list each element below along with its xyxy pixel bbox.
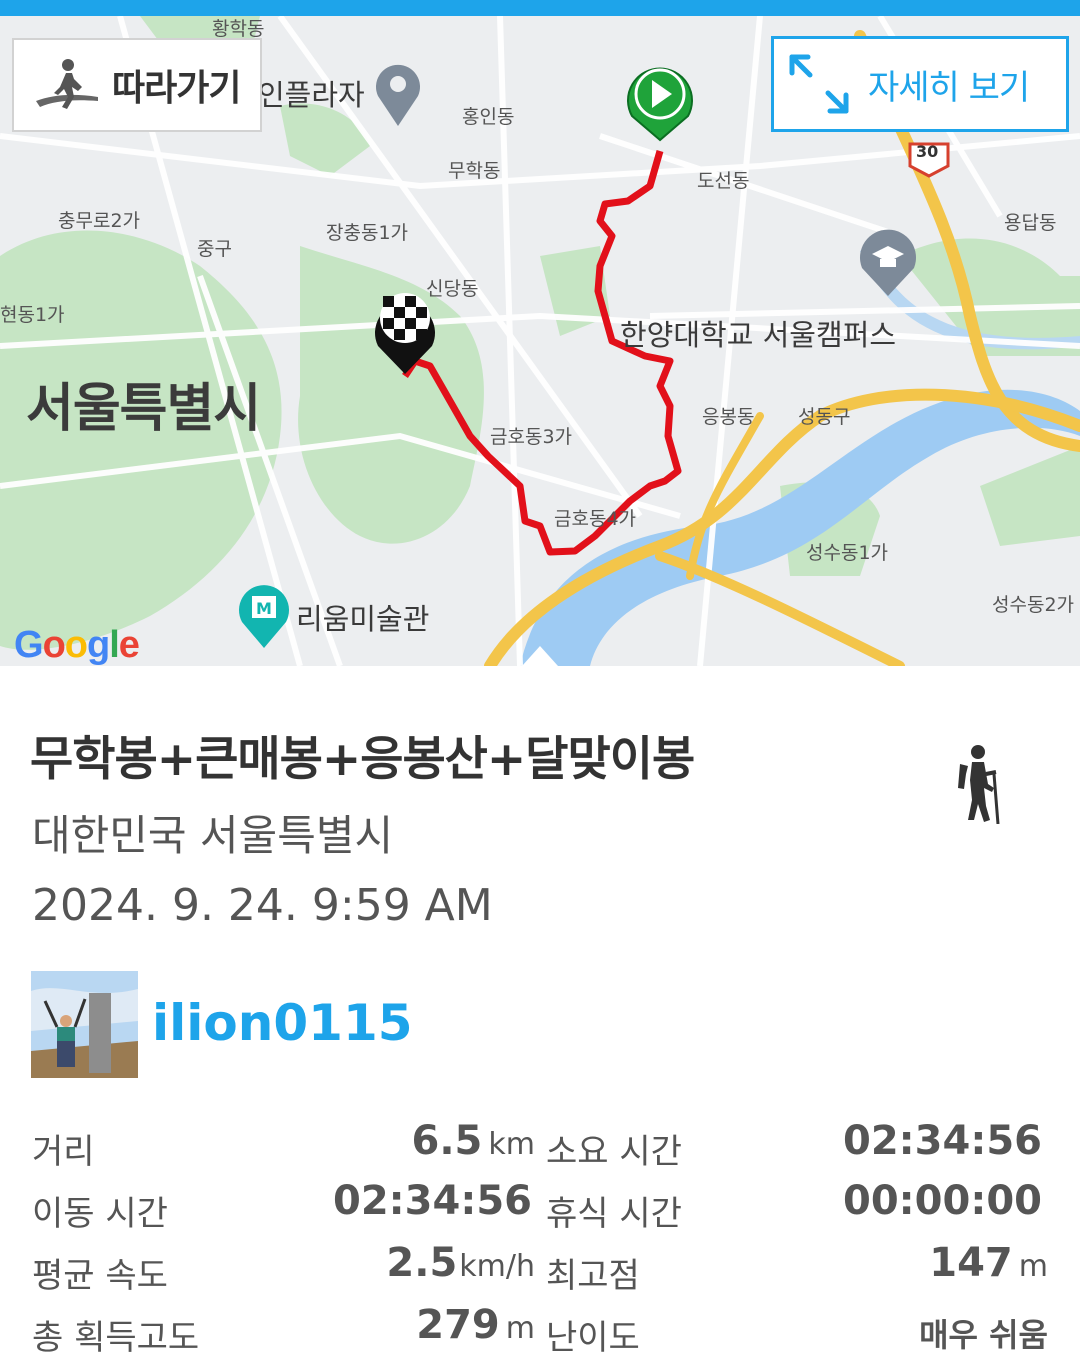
- map-label-yongdap: 용답동: [1004, 212, 1057, 234]
- hiker-icon: [958, 745, 1000, 824]
- route-map[interactable]: M 황학동 인플라자 홍인동 무학동 도선동 충무로2가 중구 장충동1가 신당…: [0, 16, 1080, 666]
- distance-label: 거리: [32, 1132, 95, 1172]
- total-climb-value-group: 279 m: [416, 1302, 535, 1348]
- google-logo: Google: [14, 624, 140, 666]
- track-datetime: 2024. 9. 24. 9:59 AM: [32, 880, 493, 931]
- track-title: 무학봉+큰매봉+응봉산+달맞이봉: [30, 732, 695, 787]
- view-detail-button[interactable]: 자세히 보기: [771, 36, 1069, 132]
- total-climb-unit: m: [505, 1311, 535, 1346]
- map-label-muhak: 무학동: [448, 160, 501, 182]
- difficulty-value: 매우 쉬움: [919, 1316, 1048, 1354]
- avatar-photo: [31, 971, 138, 1078]
- map-label-junggu: 중구: [197, 238, 232, 260]
- map-label-seongdonggu: 성동구: [798, 406, 851, 428]
- total-climb-label: 총 획득고도: [32, 1318, 200, 1358]
- top-accent-bar: [0, 0, 1080, 16]
- total-time-value: 02:34:56: [843, 1118, 1042, 1164]
- moving-time-value: 02:34:56: [333, 1178, 532, 1224]
- view-detail-label: 자세히 보기: [868, 67, 1030, 108]
- map-label-jangchung: 장충동1가: [326, 222, 409, 244]
- map-label-leeum: 리움미술관: [296, 602, 430, 636]
- map-label-geumho3: 금호동3가: [490, 426, 573, 448]
- map-label-seongsu1: 성수동1가: [806, 542, 889, 564]
- expand-icon: [789, 54, 849, 114]
- distance-value-group: 6.5 km: [412, 1118, 535, 1164]
- svg-text:M: M: [256, 599, 272, 618]
- difficulty-label: 난이도: [546, 1318, 640, 1358]
- map-label-chungmuro: 충무로2가: [58, 210, 141, 232]
- moving-time-label: 이동 시간: [32, 1194, 168, 1234]
- map-label-seongsu2: 성수동2가: [992, 594, 1075, 616]
- distance-unit: km: [488, 1127, 535, 1162]
- total-time-label: 소요 시간: [546, 1132, 682, 1172]
- map-label-gwanghui: 현동1가: [0, 304, 65, 326]
- map-label-doseon: 도선동: [697, 170, 750, 192]
- track-region: 대한민국 서울특별시: [32, 811, 394, 860]
- map-label-eungbong: 응봉동: [702, 406, 755, 428]
- route-number: 30: [916, 142, 939, 161]
- avg-speed-unit: km/h: [459, 1249, 535, 1284]
- avatar[interactable]: [31, 971, 138, 1078]
- rest-time-value: 00:00:00: [843, 1178, 1042, 1224]
- track-info-panel: 무학봉+큰매봉+응봉산+달맞이봉 대한민국 서울특별시 2024. 9. 24.…: [0, 666, 1080, 1370]
- map-label-hanyang: 한양대학교 서울캠퍼스: [620, 318, 897, 352]
- follow-button-label: 따라가기: [112, 68, 241, 109]
- avg-speed-label: 평균 속도: [32, 1256, 168, 1296]
- map-label-geumho4: 금호동4가: [554, 508, 637, 530]
- total-climb-value: 279: [416, 1302, 500, 1348]
- max-alt-unit: m: [1018, 1249, 1048, 1284]
- max-alt-label: 최고점: [546, 1256, 640, 1296]
- distance-value: 6.5: [411, 1118, 483, 1164]
- map-label-sindang: 신당동: [426, 278, 479, 300]
- max-alt-value: 147: [929, 1240, 1013, 1286]
- avg-speed-value: 2.5: [386, 1240, 458, 1286]
- rest-time-label: 휴식 시간: [546, 1194, 682, 1234]
- follow-button[interactable]: 따라가기: [12, 38, 262, 132]
- avg-speed-value-group: 2.5km/h: [386, 1240, 535, 1286]
- map-label-hongin: 홍인동: [462, 106, 515, 128]
- follow-walker-icon: [36, 59, 98, 109]
- map-label-plaza: 인플라자: [258, 78, 365, 112]
- username-link[interactable]: ilion0115: [152, 994, 413, 1052]
- map-label-city: 서울특별시: [26, 379, 261, 439]
- max-alt-value-group: 147 m: [929, 1240, 1048, 1286]
